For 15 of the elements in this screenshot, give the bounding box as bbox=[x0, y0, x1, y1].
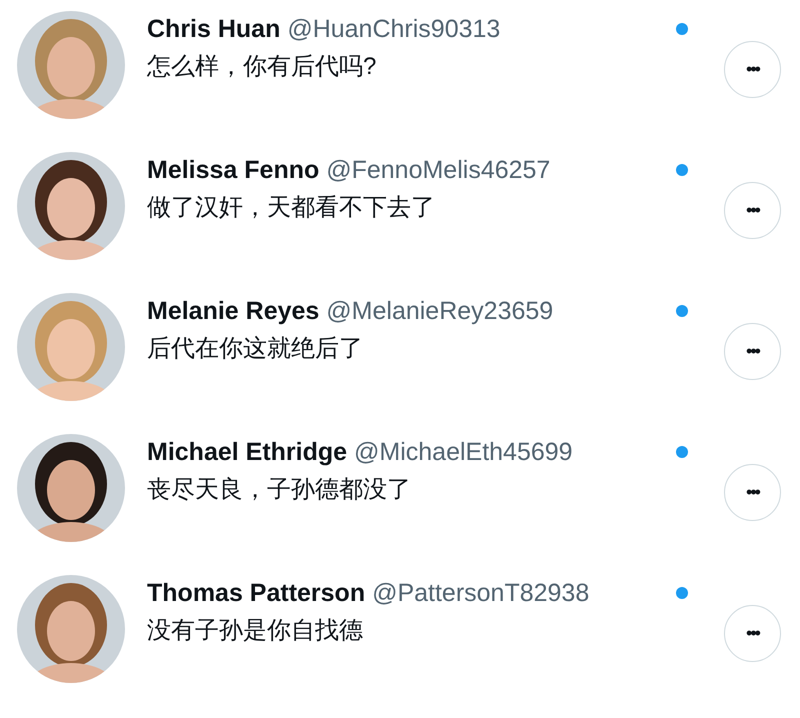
author-line[interactable]: Melanie Reyes @MelanieRey23659 bbox=[147, 296, 670, 326]
more-button[interactable]: ••• bbox=[724, 41, 781, 98]
author-line[interactable]: Thomas Patterson @PattersonT82938 bbox=[147, 578, 670, 608]
reply-text: 后代在你这就绝后了 bbox=[147, 334, 364, 364]
more-button[interactable]: ••• bbox=[724, 182, 781, 239]
reply-text: 没有子孙是你自找德 bbox=[147, 616, 364, 646]
more-button[interactable]: ••• bbox=[724, 605, 781, 662]
reply-text: 怎么样，你有后代吗? bbox=[147, 52, 378, 82]
reply-text: 丧尽天良，子孙德都没了 bbox=[147, 475, 412, 505]
author-line[interactable]: Michael Ethridge @MichaelEth45699 bbox=[147, 437, 670, 467]
more-button[interactable]: ••• bbox=[724, 464, 781, 521]
reply-text: 做了汉奸，天都看不下去了 bbox=[147, 193, 436, 223]
author-line[interactable]: Melissa Fenno @FennoMelis46257 bbox=[147, 155, 670, 185]
more-button[interactable]: ••• bbox=[724, 323, 781, 380]
author-line[interactable]: Chris Huan @HuanChris90313 bbox=[147, 14, 670, 44]
